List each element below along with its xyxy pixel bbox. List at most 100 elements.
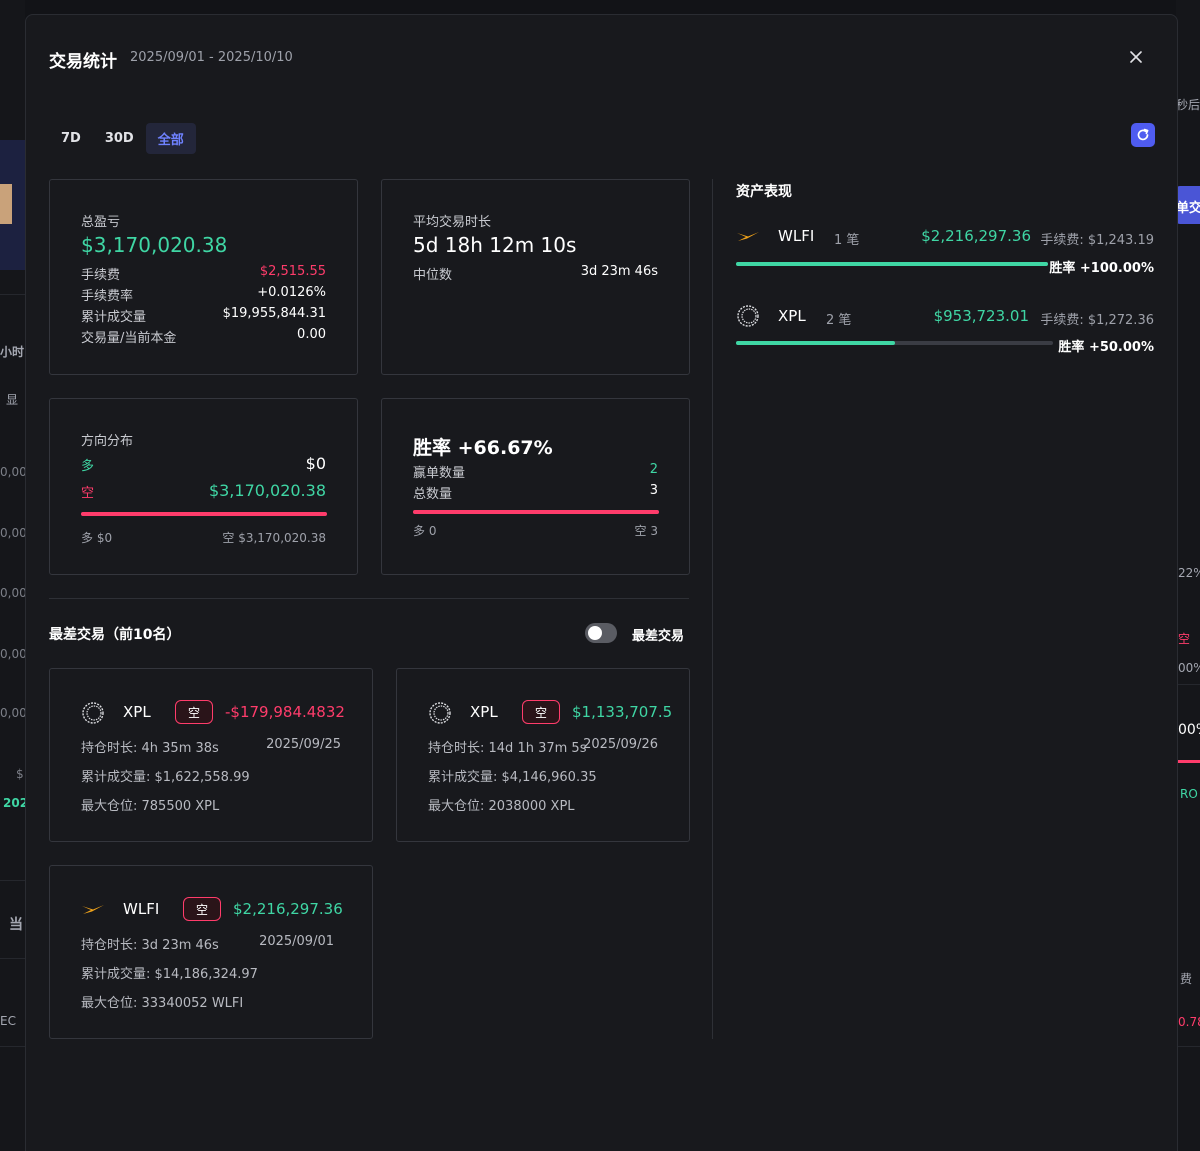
asset-fee: 手续费: $1,243.19 — [1040, 233, 1154, 248]
trade-date: 2025/09/01 — [259, 934, 334, 949]
asset-symbol: WLFI — [778, 227, 815, 245]
bg-left-text: 显 — [6, 393, 19, 407]
avg-duration-card: 平均交易时长 5d 18h 12m 10s 中位数 3d 23m 46s — [381, 179, 690, 375]
wins-value: 2 — [649, 462, 658, 477]
winrate-bar-short-fill — [413, 510, 659, 514]
bg-divider — [0, 294, 25, 295]
trade-symbol: XPL — [470, 703, 498, 721]
asset-symbol: XPL — [778, 307, 806, 325]
asset-winrate-bar — [736, 262, 1048, 266]
trade-max-position: 最大仓位: 785500 XPL — [81, 799, 220, 814]
bg-left-text: 0,00 — [0, 586, 27, 600]
trade-pnl: $1,133,707.5 — [572, 703, 673, 721]
column-divider — [712, 179, 713, 1039]
fee-value: $2,515.55 — [259, 264, 326, 279]
refresh-button[interactable] — [1131, 123, 1155, 147]
fee-rate-label: 手续费率 — [81, 289, 134, 304]
bg-divider — [0, 1046, 25, 1047]
pnl-summary-card: 总盈亏 $3,170,020.38 手续费 $2,515.55 手续费率 +0.… — [49, 179, 358, 375]
trade-symbol: XPL — [123, 703, 151, 721]
trade-date: 2025/09/26 — [583, 737, 658, 752]
background-avatar — [0, 184, 12, 224]
bg-right-text: 00% — [1178, 661, 1200, 675]
trade-volume: 累计成交量: $4,146,960.35 — [428, 770, 597, 785]
trade-max-position: 最大仓位: 33340052 WLFI — [81, 996, 244, 1011]
trade-max-position: 最大仓位: 2038000 XPL — [428, 799, 575, 814]
bg-left-text: EC — [0, 1014, 16, 1028]
bg-left-text: 0,00 — [0, 706, 27, 720]
trade-pnl: $2,216,297.36 — [233, 900, 343, 918]
asset-winrate: 胜率 +100.00% — [1049, 261, 1154, 276]
tab-all[interactable]: 全部 — [145, 123, 196, 154]
bg-right-text: 空 — [1178, 632, 1191, 646]
direction-bar-short-fill — [81, 512, 327, 516]
bg-left-text: 0,00 — [0, 647, 27, 661]
winrate-foot-long: 多 0 — [413, 524, 437, 538]
refresh-icon — [1137, 128, 1149, 141]
worst-trades-toggle[interactable] — [585, 623, 617, 643]
bg-right-text: 00% — [1178, 722, 1200, 738]
long-value: $0 — [305, 454, 326, 473]
trade-volume: 累计成交量: $1,622,558.99 — [81, 770, 250, 785]
time-range-tabs: 7D 30D 全部 — [49, 123, 196, 154]
modal-title: 交易统计 — [49, 52, 117, 72]
bg-left-text: 当 — [9, 917, 23, 933]
wins-label: 赢单数量 — [413, 466, 466, 481]
vol-ratio-label: 交易量/当前本金 — [81, 331, 177, 346]
bg-right-text: 费 — [1180, 972, 1193, 986]
side-badge: 空 — [175, 700, 213, 724]
bg-right-text: 0.78 — [1178, 1015, 1200, 1029]
bg-divider — [1178, 1046, 1200, 1047]
asset-winrate-bar — [736, 341, 1053, 345]
tab-30d[interactable]: 30D — [93, 123, 146, 154]
trade-hold-time: 持仓时长: 4h 35m 38s — [81, 741, 219, 756]
asset-trade-count: 1 笔 — [834, 233, 860, 248]
bg-left-text: 小时 — [0, 345, 25, 359]
avg-duration-label: 平均交易时长 — [413, 215, 492, 230]
date-range: 2025/09/01 - 2025/10/10 — [130, 50, 293, 65]
total-value: 3 — [649, 483, 658, 498]
fee-rate-value: +0.0126% — [257, 285, 326, 300]
bg-right-text: 22% — [1178, 566, 1200, 580]
volume-value: $19,955,844.31 — [222, 306, 326, 321]
trade-stats-modal: 交易统计 2025/09/01 - 2025/10/10 7D 30D 全部 总… — [25, 14, 1178, 1151]
volume-label: 累计成交量 — [81, 310, 147, 325]
winrate-title: 胜率 +66.67% — [413, 437, 553, 459]
close-button[interactable] — [1126, 47, 1146, 67]
close-icon — [1130, 51, 1142, 63]
xpl-icon — [429, 702, 451, 724]
worst-trades-title: 最差交易（前10名） — [49, 627, 181, 643]
winrate-card: 胜率 +66.67% 赢单数量 2 总数量 3 多 0 空 3 — [381, 398, 690, 575]
direction-foot-short: 空 $3,170,020.38 — [222, 531, 326, 545]
trade-symbol: WLFI — [123, 900, 160, 918]
trade-card[interactable]: XPL 空 -$179,984.4832 持仓时长: 4h 35m 38s 20… — [49, 668, 373, 842]
side-badge: 空 — [522, 700, 560, 724]
asset-winrate-fill — [736, 341, 895, 345]
trade-hold-time: 持仓时长: 3d 23m 46s — [81, 938, 219, 953]
bg-divider — [1178, 684, 1200, 685]
asset-winrate-fill — [736, 262, 1048, 266]
short-value: $3,170,020.38 — [208, 481, 326, 500]
pnl-value: $3,170,020.38 — [81, 233, 228, 257]
asset-fee: 手续费: $1,272.36 — [1040, 313, 1154, 328]
bg-right-bar — [1178, 760, 1200, 763]
asset-performance-title: 资产表现 — [736, 184, 792, 200]
toggle-knob — [588, 626, 602, 640]
bg-right-text: 单交 — [1176, 201, 1200, 216]
toggle-label: 最差交易 — [632, 629, 685, 644]
xpl-icon — [82, 702, 104, 724]
side-badge: 空 — [183, 897, 221, 921]
xpl-icon — [737, 305, 759, 327]
bg-right-text: 秒后 — [1176, 98, 1200, 112]
bg-left-text: 0,00 — [0, 526, 27, 540]
trade-card[interactable]: WLFI 空 $2,216,297.36 持仓时长: 3d 23m 46s 20… — [49, 865, 373, 1039]
asset-trade-count: 2 笔 — [826, 313, 852, 328]
trade-hold-time: 持仓时长: 14d 1h 37m 5s — [428, 741, 587, 756]
section-divider — [49, 598, 689, 599]
direction-card: 方向分布 多 $0 空 $3,170,020.38 多 $0 空 $3,170,… — [49, 398, 358, 575]
tab-7d[interactable]: 7D — [49, 123, 93, 154]
trade-card[interactable]: XPL 空 $1,133,707.5 持仓时长: 14d 1h 37m 5s 2… — [396, 668, 690, 842]
pnl-label: 总盈亏 — [81, 215, 121, 230]
direction-bar — [81, 512, 327, 516]
median-value: 3d 23m 46s — [580, 264, 658, 279]
